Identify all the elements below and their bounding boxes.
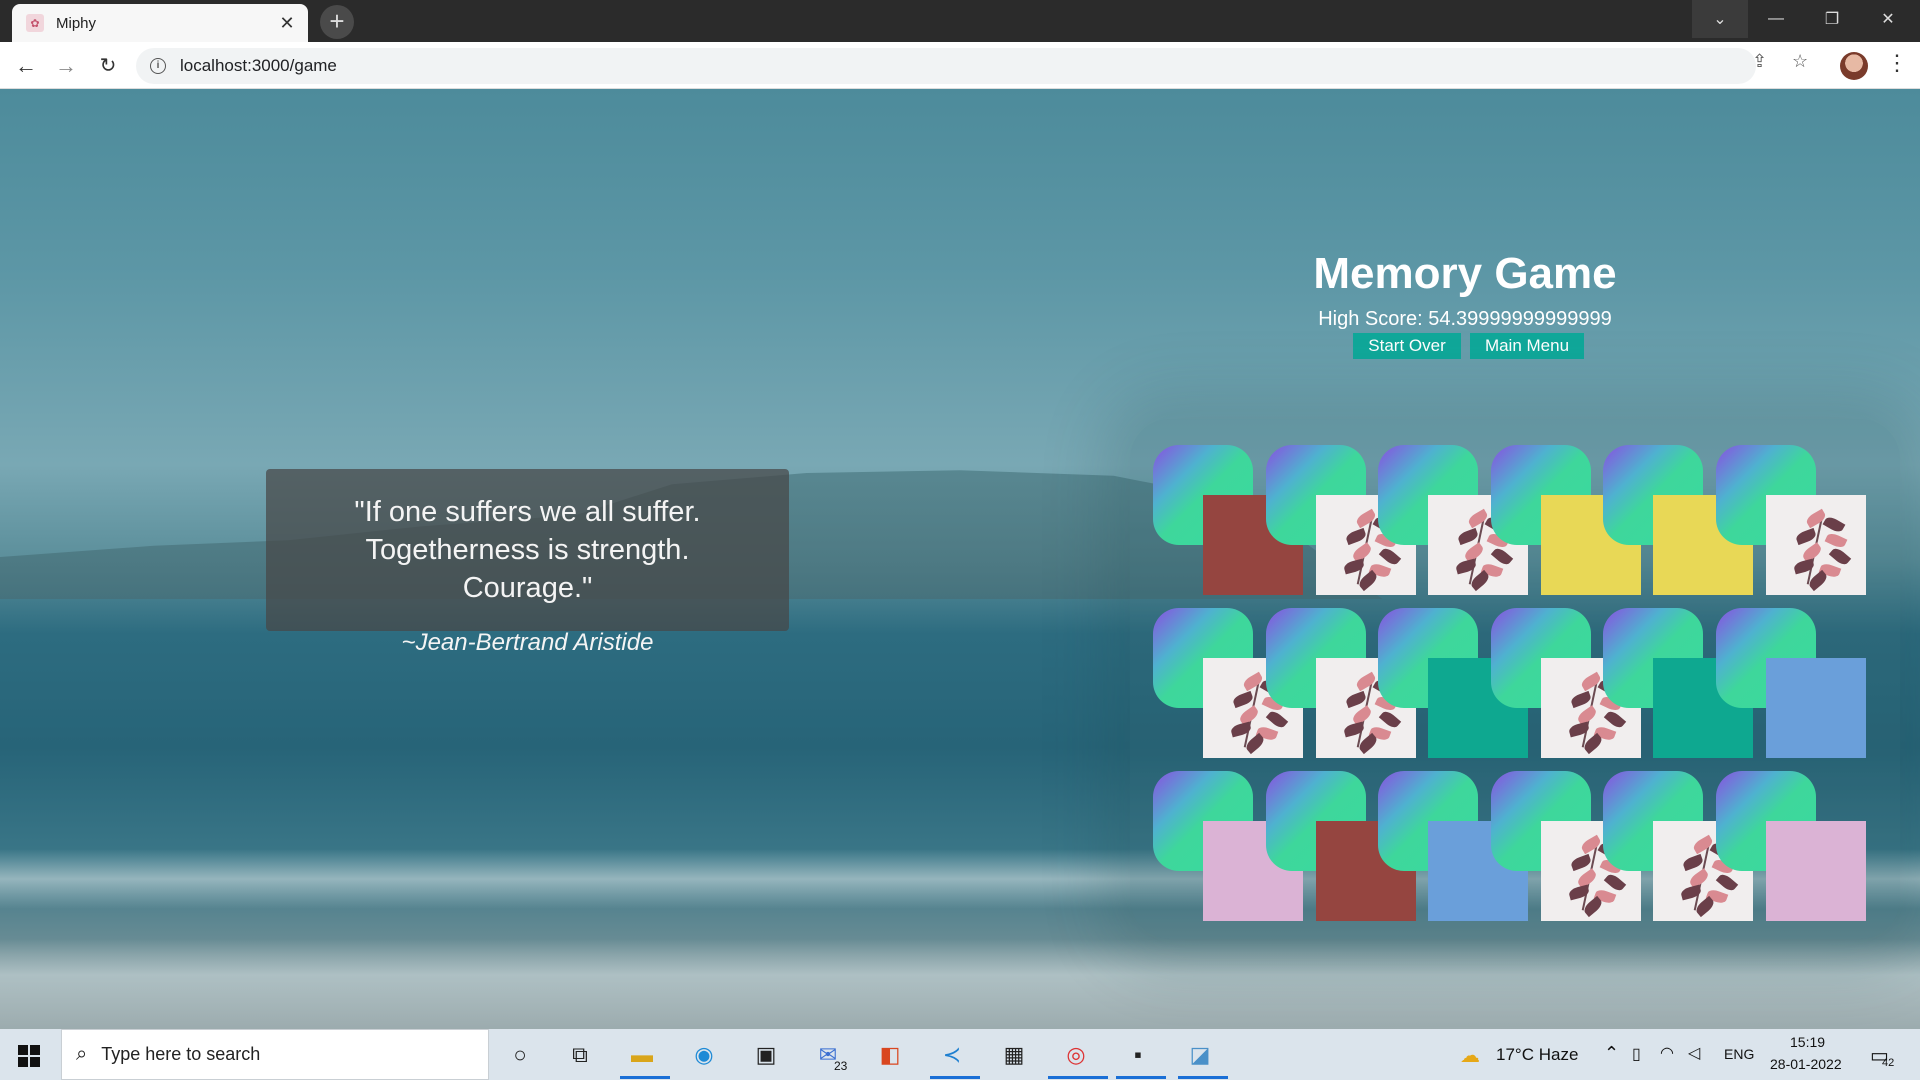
browser-tab[interactable]: ✿ Miphy ✕ <box>12 4 308 42</box>
notepad-icon[interactable]: ◪ <box>1182 1037 1218 1073</box>
flower-leaf <box>1344 527 1367 546</box>
store-icon[interactable]: ▣ <box>748 1037 784 1073</box>
flower-leaf <box>1822 514 1845 535</box>
tray-chevron-icon[interactable]: ⌃ <box>1604 1043 1619 1064</box>
forward-arrow-icon[interactable]: → <box>50 50 82 82</box>
clock-time[interactable]: 15:19 <box>1790 1034 1825 1050</box>
main-menu-button[interactable]: Main Menu <box>1470 333 1584 359</box>
reload-icon[interactable]: ↻ <box>92 50 124 82</box>
volume-icon[interactable]: ◁ <box>1688 1043 1700 1063</box>
quote-text: "If one suffers we all suffer. Togethern… <box>354 496 701 604</box>
flower-leaf <box>1454 558 1478 575</box>
flower-leaf <box>1456 527 1480 546</box>
url-field[interactable]: i localhost:3000/game <box>136 48 1756 84</box>
back-arrow-icon[interactable]: ← <box>10 50 42 82</box>
quote-box: "If one suffers we all suffer. Togethern… <box>266 469 789 631</box>
notification-count: 42 <box>1882 1057 1895 1069</box>
weather-icon: ☁ <box>1460 1045 1480 1067</box>
battery-icon[interactable]: ▯ <box>1632 1044 1641 1064</box>
taskbar-search-box[interactable]: ⌕ Type here to search <box>61 1029 489 1080</box>
new-tab-button[interactable]: + <box>320 5 354 39</box>
share-icon[interactable]: ⇪ <box>1752 51 1767 72</box>
memory-card[interactable] <box>1715 445 1866 595</box>
start-over-button[interactable]: Start Over <box>1353 333 1461 359</box>
edge-browser-icon[interactable]: ◉ <box>686 1037 722 1073</box>
active-app-indicator <box>1116 1076 1166 1079</box>
tab-favicon-icon: ✿ <box>26 14 44 32</box>
active-app-indicator <box>620 1076 670 1079</box>
tab-search-button[interactable]: ⌄ <box>1692 0 1748 38</box>
active-app-indicator <box>930 1076 980 1079</box>
memory-card[interactable] <box>1715 771 1866 921</box>
game-title: Memory Game <box>1313 249 1617 298</box>
flower-leaf <box>1344 690 1367 709</box>
flower-leaf <box>1824 531 1847 550</box>
minimize-button[interactable]: — <box>1748 0 1804 38</box>
file-explorer-icon[interactable]: ▬ <box>624 1037 660 1073</box>
quote-author: ~Jean-Bertrand Aristide <box>401 629 654 656</box>
flower-leaf <box>1679 884 1703 901</box>
close-window-button[interactable]: ✕ <box>1860 0 1916 38</box>
card-face-color <box>1765 821 1866 921</box>
site-info-icon[interactable]: i <box>150 58 166 74</box>
weather-text[interactable]: 17°C Haze <box>1496 1045 1578 1065</box>
flower-leaf <box>1569 690 1592 709</box>
search-placeholder: Type here to search <box>101 1044 261 1064</box>
vscode-icon[interactable]: ≺ <box>934 1037 970 1073</box>
tab-title: Miphy <box>56 14 97 32</box>
background-shore <box>0 939 1920 1029</box>
language-indicator[interactable]: ENG <box>1724 1046 1754 1062</box>
task-view-icon[interactable]: ⧉ <box>562 1037 598 1073</box>
active-app-indicator <box>1048 1076 1108 1079</box>
flower-leaf <box>1231 690 1255 709</box>
memory-card[interactable] <box>1715 608 1866 758</box>
bookmark-star-icon[interactable]: ☆ <box>1792 51 1808 72</box>
chrome-icon[interactable]: ◎ <box>1058 1037 1094 1073</box>
browser-menu-icon[interactable]: ⋮ <box>1886 50 1908 76</box>
game-page: "If one suffers we all suffer. Togethern… <box>0 89 1920 1029</box>
flower-leaf <box>1828 545 1851 568</box>
active-app-indicator <box>1178 1076 1228 1079</box>
windows-start-icon[interactable] <box>18 1045 40 1067</box>
browser-titlebar: ✿ Miphy ✕ + ⌄ — ❐ ✕ <box>0 0 1920 42</box>
flower-leaf <box>1794 527 1817 546</box>
card-face-color <box>1765 658 1866 758</box>
tab-close-icon[interactable]: ✕ <box>276 13 298 34</box>
url-text: localhost:3000/game <box>180 56 337 75</box>
clock-date[interactable]: 28-01-2022 <box>1770 1056 1842 1072</box>
flower-leaf <box>1229 721 1253 738</box>
game-board <box>1130 419 1900 939</box>
flower-leaf <box>1569 853 1592 872</box>
office-icon[interactable]: ◧ <box>872 1037 908 1073</box>
address-bar: ← → ↻ i localhost:3000/game ⇪ ☆ ⋮ <box>0 42 1920 89</box>
terminal-icon[interactable]: ▪ <box>1120 1037 1156 1073</box>
search-icon: ⌕ <box>76 1043 88 1065</box>
wifi-icon[interactable]: ◠ <box>1660 1043 1674 1063</box>
photos-icon[interactable]: ▦ <box>996 1037 1032 1073</box>
restore-button[interactable]: ❐ <box>1804 0 1860 38</box>
profile-avatar[interactable] <box>1840 52 1868 80</box>
high-score: High Score: 54.39999999999999 <box>1318 308 1612 330</box>
windows-taskbar: ⌕ Type here to search ○ ⧉ ▬ ◉ ▣ ✉ 23 ◧ ≺… <box>0 1029 1920 1080</box>
mail-badge: 23 <box>834 1059 848 1073</box>
card-face-flower-image <box>1765 495 1866 595</box>
flower-leaf <box>1681 853 1705 872</box>
cortana-icon[interactable]: ○ <box>502 1037 538 1073</box>
